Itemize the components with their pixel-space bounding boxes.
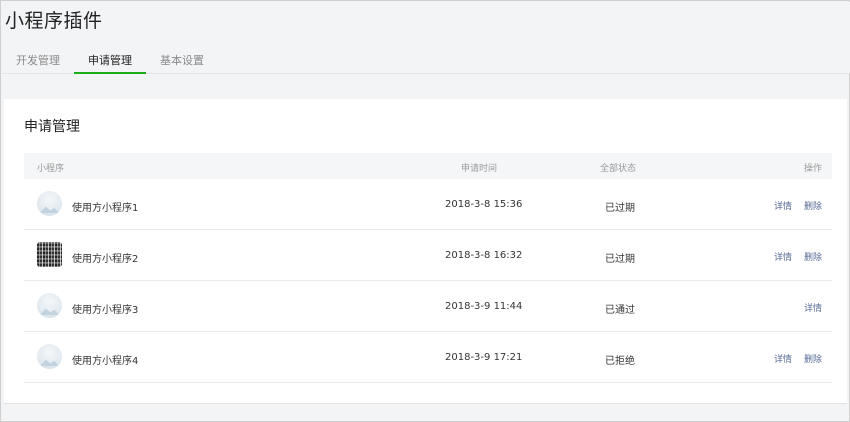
row-actions: 详情 (804, 301, 822, 314)
delete-link[interactable]: 删除 (804, 199, 822, 212)
application-card: 申请管理 小程序 申请时间 全部状态 操作 使用方小程序1 2018-3-8 1… (4, 99, 847, 404)
detail-link[interactable]: 详情 (804, 301, 822, 314)
status-text: 已通过 (605, 305, 635, 316)
detail-link[interactable]: 详情 (774, 250, 792, 263)
app-name: 使用方小程序4 (72, 356, 139, 367)
card-title: 申请管理 (24, 119, 80, 135)
row-actions: 详情 删除 (774, 199, 822, 212)
column-header-name: 小程序 (37, 164, 65, 174)
application-table: 小程序 申请时间 全部状态 操作 使用方小程序1 2018-3-8 15:36 … (24, 153, 832, 383)
table-header: 小程序 申请时间 全部状态 操作 (24, 153, 832, 179)
column-header-status[interactable]: 全部状态 (600, 161, 636, 174)
column-header-ops: 操作 (803, 164, 822, 174)
table-row: 使用方小程序2 2018-3-8 16:32 已过期 详情 删除 (24, 230, 832, 281)
app-name: 使用方小程序3 (72, 305, 139, 316)
detail-link[interactable]: 详情 (774, 199, 792, 212)
detail-link[interactable]: 详情 (774, 352, 792, 365)
window-frame: 小程序插件 开发管理 申请管理 基本设置 申请管理 小程序 申请时间 全部状态 … (0, 0, 850, 422)
mountain-placeholder-icon (37, 344, 62, 369)
tab-bar: 开发管理 申请管理 基本设置 (2, 46, 218, 74)
tab-application-management[interactable]: 申请管理 (74, 46, 146, 74)
row-actions: 详情 删除 (774, 250, 822, 263)
mountain-placeholder-icon (37, 191, 62, 216)
page-title: 小程序插件 (5, 10, 103, 32)
status-text: 已过期 (605, 203, 635, 214)
table-row: 使用方小程序3 2018-3-9 11:44 已通过 详情 (24, 281, 832, 332)
page-header: 小程序插件 开发管理 申请管理 基本设置 (2, 2, 850, 74)
table-row: 使用方小程序1 2018-3-8 15:36 已过期 详情 删除 (24, 179, 832, 230)
apply-time: 2018-3-8 16:32 (445, 250, 523, 261)
delete-link[interactable]: 删除 (804, 250, 822, 263)
table-row: 使用方小程序4 2018-3-9 17:21 已拒绝 详情 删除 (24, 332, 832, 383)
mountain-placeholder-icon (37, 293, 62, 318)
status-text: 已拒绝 (605, 356, 635, 367)
column-header-time: 申请时间 (461, 164, 498, 174)
app-name: 使用方小程序1 (72, 203, 139, 214)
tab-basic-settings[interactable]: 基本设置 (146, 46, 218, 74)
delete-link[interactable]: 删除 (804, 352, 822, 365)
apply-time: 2018-3-9 17:21 (445, 352, 523, 363)
row-actions: 详情 删除 (774, 352, 822, 365)
app-name: 使用方小程序2 (72, 254, 139, 265)
qr-code-icon (37, 242, 62, 267)
apply-time: 2018-3-8 15:36 (445, 199, 523, 210)
apply-time: 2018-3-9 11:44 (445, 301, 523, 312)
tab-dev-management[interactable]: 开发管理 (2, 46, 74, 74)
status-text: 已过期 (605, 254, 635, 265)
